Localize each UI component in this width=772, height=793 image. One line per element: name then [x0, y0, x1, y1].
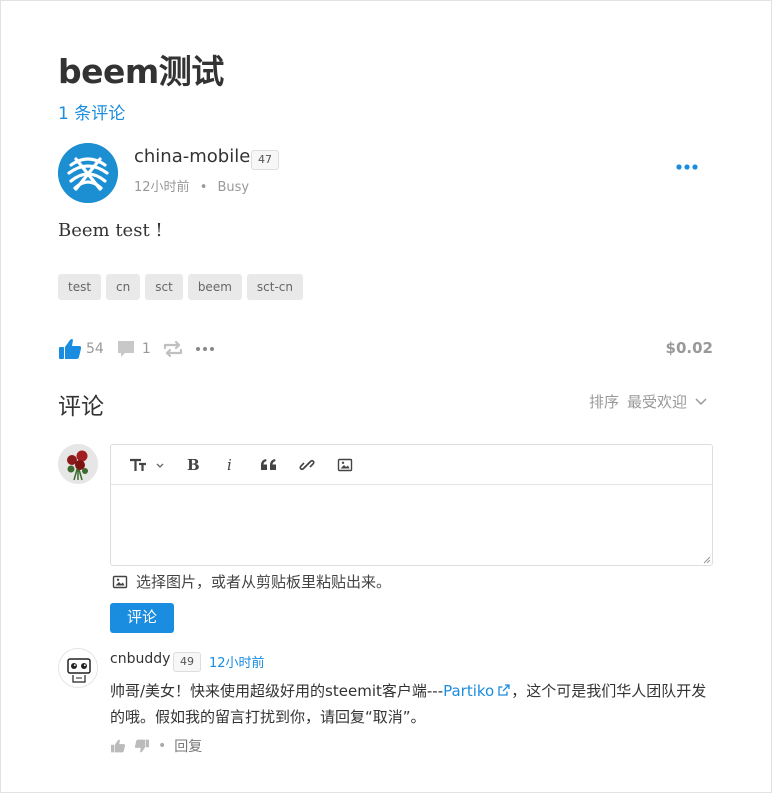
external-link-icon [498, 684, 510, 696]
reply-text-before: 帅哥/美女！快来使用超级好用的steemit客户端--- [110, 682, 444, 700]
reply-author[interactable]: cnbuddy [110, 651, 170, 667]
post-more-menu[interactable] [674, 156, 702, 176]
chevron-down-icon[interactable] [695, 397, 707, 406]
reply-actions-separator: • [158, 738, 167, 754]
resize-handle-icon[interactable] [703, 556, 711, 564]
link-icon [299, 459, 315, 470]
reply-author-avatar[interactable] [58, 648, 98, 688]
china-mobile-logo-icon [58, 143, 118, 203]
partiko-link[interactable]: Partiko [443, 682, 511, 700]
post-card: beem测试 1 条评论 china-mobile 47 12小时前 • Bus… [0, 0, 772, 793]
insert-image-label[interactable]: 选择图片，或者从剪贴板里粘贴出来。 [136, 571, 391, 592]
like-icon [59, 339, 82, 359]
link-button[interactable] [297, 454, 317, 476]
post-options-button[interactable] [195, 339, 215, 359]
post-time[interactable]: 12小时前 [134, 180, 190, 195]
comment-count: 1 [141, 341, 151, 357]
post-actions: 54 1 [58, 337, 227, 361]
sort-label: 排序 [589, 393, 620, 411]
vote-count[interactable]: 54 [86, 341, 104, 357]
reply-body: 帅哥/美女！快来使用超级好用的steemit客户端---Partiko ，这个可是… [110, 678, 713, 730]
author-avatar[interactable] [58, 143, 118, 203]
insert-image-hint[interactable]: 选择图片，或者从剪贴板里粘贴出来。 [112, 571, 391, 592]
comment-icon [117, 341, 134, 357]
comment-textarea[interactable] [111, 485, 712, 565]
like-button[interactable]: 54 [58, 338, 104, 360]
tag-item[interactable]: beem [187, 274, 242, 300]
italic-icon: i [227, 457, 232, 473]
thumbs-down-icon[interactable] [134, 739, 150, 753]
author-reputation-badge: 47 [251, 150, 279, 170]
bold-button[interactable]: B [183, 454, 203, 476]
post-meta: 12小时前 • Busy [134, 176, 249, 195]
post-body: Beem test ! [58, 220, 163, 241]
sort-value[interactable]: 最受欢迎 [627, 391, 687, 412]
reply-actions: • 回复 [110, 736, 202, 756]
reblog-icon [163, 340, 182, 358]
comments-sort[interactable]: 排序 最受欢迎 [589, 391, 707, 412]
quote-button[interactable] [259, 454, 279, 476]
heading-button[interactable] [129, 454, 165, 476]
tag-item[interactable]: sct [145, 274, 183, 300]
comments-heading: 评论 [58, 394, 104, 420]
tag-item[interactable]: test [58, 274, 102, 300]
heading-icon [130, 458, 164, 471]
post-title: beem测试 [58, 52, 224, 91]
bold-icon: B [187, 457, 200, 473]
tag-item[interactable]: cn [106, 274, 141, 300]
submit-comment-button[interactable]: 评论 [110, 603, 174, 633]
comments-count-link[interactable]: 1 条评论 [58, 99, 125, 124]
svg-text:i: i [227, 457, 232, 473]
reblog-button[interactable] [163, 339, 183, 359]
roses-avatar-icon [58, 444, 98, 484]
robot-avatar-icon [59, 649, 97, 687]
quote-icon [261, 458, 276, 470]
ellipsis-icon [195, 347, 214, 351]
reply-time[interactable]: 12小时前 [209, 652, 265, 671]
comment-editor: B i [110, 444, 713, 566]
partiko-link-label[interactable]: Partiko [443, 682, 494, 700]
meta-separator: • [199, 180, 208, 195]
post-author[interactable]: china-mobile [134, 146, 250, 167]
image-icon [337, 458, 353, 471]
comment-button[interactable]: 1 [116, 339, 151, 359]
post-payout[interactable]: $0.02 [641, 339, 713, 357]
reply-button[interactable]: 回复 [174, 736, 202, 756]
svg-text:B: B [187, 457, 200, 473]
insert-image-button[interactable] [335, 454, 355, 476]
tag-item[interactable]: sct-cn [246, 274, 303, 300]
italic-button[interactable]: i [221, 454, 241, 476]
reply-reputation-badge: 49 [173, 652, 201, 672]
more-icon [676, 164, 698, 170]
tag-list: test cn sct beem sct-cn [58, 274, 303, 300]
thumbs-up-icon[interactable] [110, 739, 126, 753]
post-community: Busy [217, 180, 250, 195]
image-icon [112, 575, 128, 588]
current-user-avatar[interactable] [58, 444, 98, 484]
editor-toolbar: B i [111, 445, 712, 485]
